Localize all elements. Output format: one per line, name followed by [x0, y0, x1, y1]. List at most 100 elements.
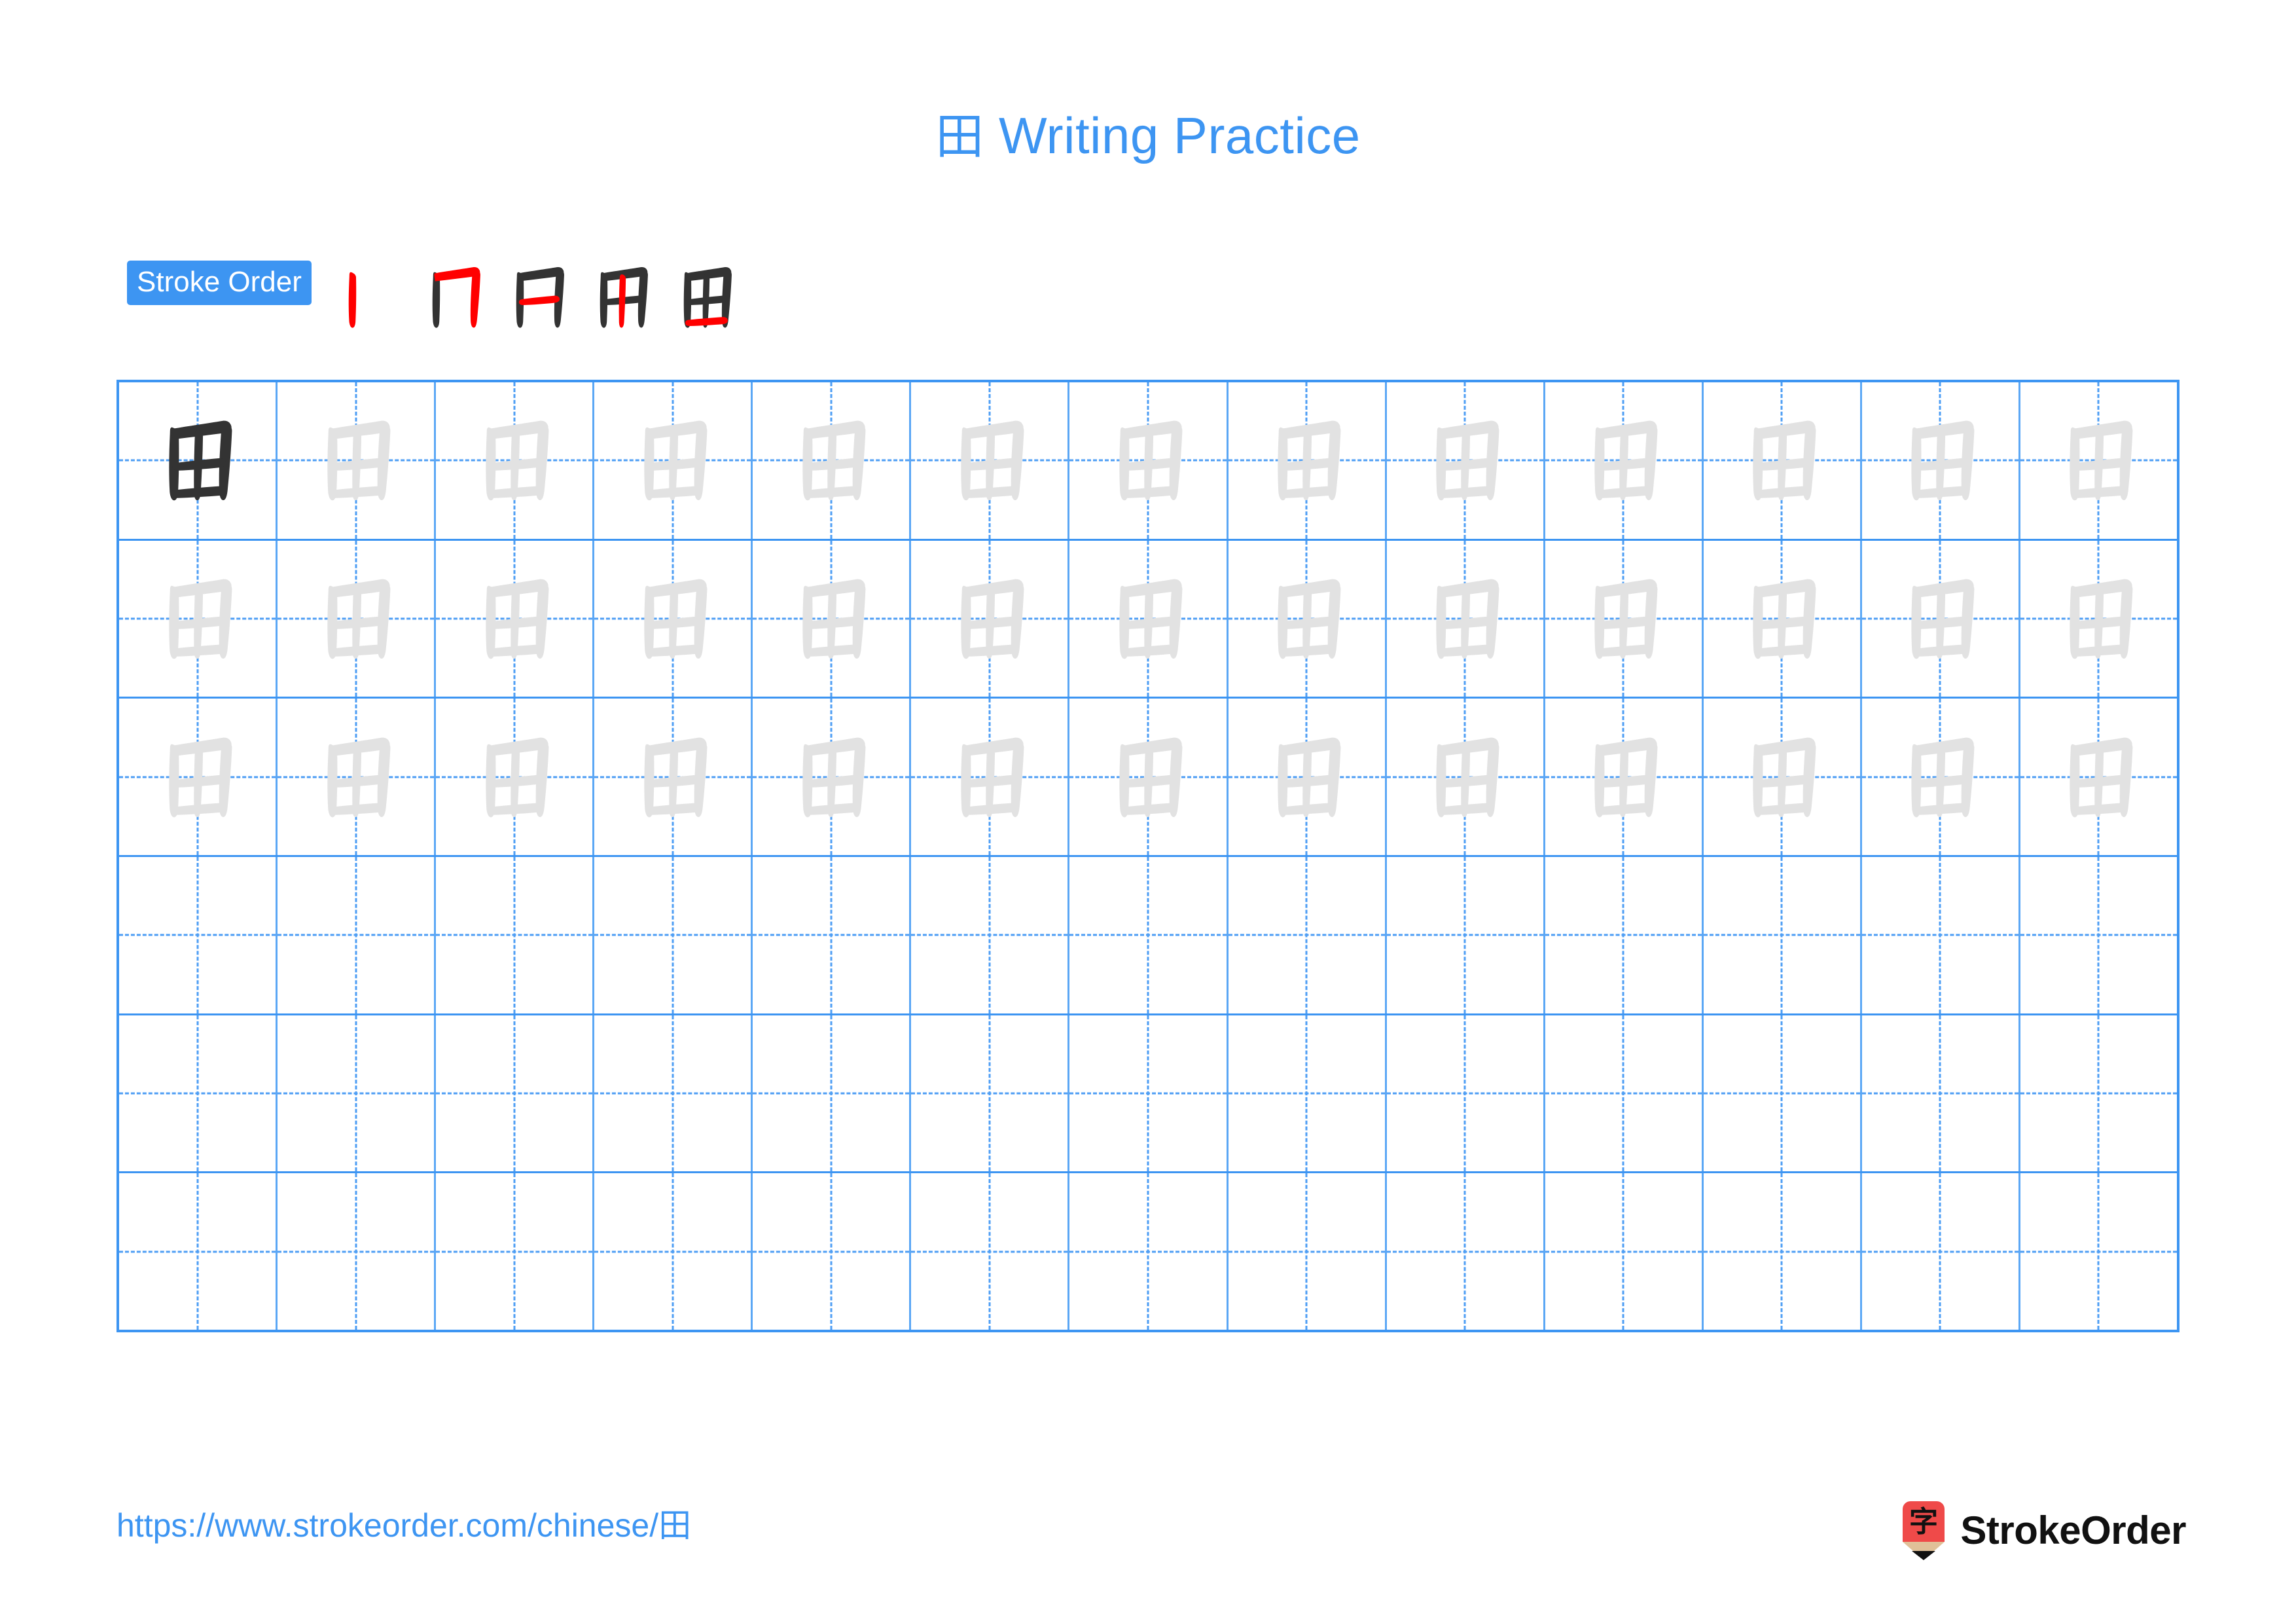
- practice-cell-empty[interactable]: [1545, 1173, 1704, 1330]
- character-trace-glyph: [119, 541, 276, 697]
- practice-cell-trace[interactable]: [753, 382, 912, 539]
- character-trace-glyph: [278, 699, 434, 855]
- practice-cell-trace[interactable]: [1229, 699, 1387, 856]
- practice-cell-empty[interactable]: [753, 857, 912, 1013]
- practice-cell-trace[interactable]: [594, 699, 753, 856]
- stroke-order-badge: Stroke Order: [127, 261, 312, 305]
- stroke-order-steps: [329, 255, 747, 339]
- practice-cell-empty[interactable]: [911, 1015, 1070, 1172]
- practice-cell-empty[interactable]: [1229, 857, 1387, 1013]
- character-trace-glyph: [1704, 699, 1860, 855]
- practice-cell-empty[interactable]: [1545, 1015, 1704, 1172]
- practice-cell-trace[interactable]: [278, 699, 437, 856]
- practice-cell-empty[interactable]: [436, 1173, 595, 1330]
- character-trace-glyph: [1387, 541, 1543, 697]
- practice-cell-trace[interactable]: [1069, 540, 1229, 697]
- practice-cell-trace[interactable]: [1229, 382, 1387, 539]
- practice-cell-trace[interactable]: [119, 540, 278, 697]
- practice-cell-trace[interactable]: [1704, 382, 1862, 539]
- practice-cell-empty[interactable]: [2020, 857, 2177, 1013]
- practice-cell-trace[interactable]: [594, 382, 753, 539]
- practice-cell-trace[interactable]: [753, 540, 912, 697]
- practice-cell-empty[interactable]: [1229, 1015, 1387, 1172]
- practice-cell-empty[interactable]: [278, 857, 437, 1013]
- character-trace-glyph: [1862, 699, 2018, 855]
- brand-logo[interactable]: 字 StrokeOrder: [1899, 1499, 2186, 1562]
- practice-cell-empty[interactable]: [911, 857, 1070, 1013]
- practice-cell-trace[interactable]: [436, 382, 595, 539]
- character-trace-glyph: [594, 382, 751, 539]
- practice-cell-trace[interactable]: [1862, 540, 2020, 697]
- practice-cell-empty[interactable]: [594, 1173, 753, 1330]
- practice-cell-empty[interactable]: [594, 1015, 753, 1172]
- practice-cell-empty[interactable]: [436, 1015, 595, 1172]
- practice-cell-empty[interactable]: [2020, 1173, 2177, 1330]
- practice-cell-model[interactable]: [119, 382, 278, 539]
- practice-cell-empty[interactable]: [753, 1173, 912, 1330]
- character-trace-glyph: [1069, 382, 1226, 539]
- practice-cell-trace[interactable]: [278, 382, 437, 539]
- practice-cell-empty[interactable]: [1704, 857, 1862, 1013]
- practice-cell-empty[interactable]: [1862, 857, 2020, 1013]
- practice-cell-empty[interactable]: [753, 1015, 912, 1172]
- practice-cell-trace[interactable]: [278, 540, 437, 697]
- practice-cell-trace[interactable]: [1704, 540, 1862, 697]
- practice-cell-trace[interactable]: [1387, 540, 1545, 697]
- practice-cell-empty[interactable]: [278, 1015, 437, 1172]
- practice-cell-empty[interactable]: [2020, 1015, 2177, 1172]
- character-trace-glyph: [753, 699, 909, 855]
- practice-cell-trace[interactable]: [911, 382, 1070, 539]
- practice-cell-trace[interactable]: [594, 540, 753, 697]
- practice-cell-trace[interactable]: [119, 699, 278, 856]
- practice-cell-trace[interactable]: [1704, 699, 1862, 856]
- practice-cell-trace[interactable]: [1545, 540, 1704, 697]
- practice-cell-empty[interactable]: [436, 857, 595, 1013]
- practice-cell-empty[interactable]: [1387, 1015, 1545, 1172]
- character-trace-glyph: [2020, 541, 2177, 697]
- practice-cell-empty[interactable]: [1229, 1173, 1387, 1330]
- practice-cell-empty[interactable]: [911, 1173, 1070, 1330]
- practice-cell-trace[interactable]: [1069, 382, 1229, 539]
- brand-name: StrokeOrder: [1960, 1508, 2186, 1552]
- practice-cell-empty[interactable]: [1069, 857, 1229, 1013]
- practice-cell-trace[interactable]: [1862, 699, 2020, 856]
- practice-cell-trace[interactable]: [1069, 699, 1229, 856]
- practice-cell-empty[interactable]: [1069, 1173, 1229, 1330]
- practice-cell-trace[interactable]: [2020, 699, 2177, 855]
- character-model-glyph: [119, 382, 276, 539]
- practice-cell-trace[interactable]: [1545, 699, 1704, 856]
- practice-cell-trace[interactable]: [436, 540, 595, 697]
- character-trace-glyph: [1704, 382, 1860, 539]
- practice-cell-trace[interactable]: [911, 699, 1070, 856]
- practice-cell-empty[interactable]: [1862, 1015, 2020, 1172]
- footer-url-link[interactable]: https://www.strokeorder.com/chinese/田: [117, 1509, 691, 1542]
- practice-cell-trace[interactable]: [1229, 540, 1387, 697]
- practice-cell-trace[interactable]: [436, 699, 595, 856]
- practice-cell-empty[interactable]: [119, 1173, 278, 1330]
- practice-cell-empty[interactable]: [1069, 1015, 1229, 1172]
- practice-cell-trace[interactable]: [1545, 382, 1704, 539]
- practice-cell-trace[interactable]: [911, 540, 1070, 697]
- practice-cell-empty[interactable]: [1862, 1173, 2020, 1330]
- page-title: 田 Writing Practice: [0, 110, 2296, 161]
- practice-cell-empty[interactable]: [1545, 857, 1704, 1013]
- practice-cell-empty[interactable]: [1387, 857, 1545, 1013]
- practice-cell-trace[interactable]: [1862, 382, 2020, 539]
- character-trace-glyph: [594, 699, 751, 855]
- practice-cell-trace[interactable]: [2020, 382, 2177, 539]
- character-trace-glyph: [2020, 699, 2177, 855]
- page-title-text: Writing Practice: [998, 107, 1361, 164]
- practice-cell-empty[interactable]: [1704, 1015, 1862, 1172]
- practice-cell-empty[interactable]: [594, 857, 753, 1013]
- character-trace-glyph: [1069, 699, 1226, 855]
- practice-cell-empty[interactable]: [278, 1173, 437, 1330]
- practice-cell-empty[interactable]: [1704, 1173, 1862, 1330]
- practice-cell-trace[interactable]: [1387, 382, 1545, 539]
- practice-cell-empty[interactable]: [119, 857, 278, 1013]
- practice-cell-empty[interactable]: [119, 1015, 278, 1172]
- character-trace-glyph: [278, 541, 434, 697]
- practice-cell-empty[interactable]: [1387, 1173, 1545, 1330]
- practice-cell-trace[interactable]: [753, 699, 912, 856]
- practice-cell-trace[interactable]: [1387, 699, 1545, 856]
- practice-cell-trace[interactable]: [2020, 541, 2177, 697]
